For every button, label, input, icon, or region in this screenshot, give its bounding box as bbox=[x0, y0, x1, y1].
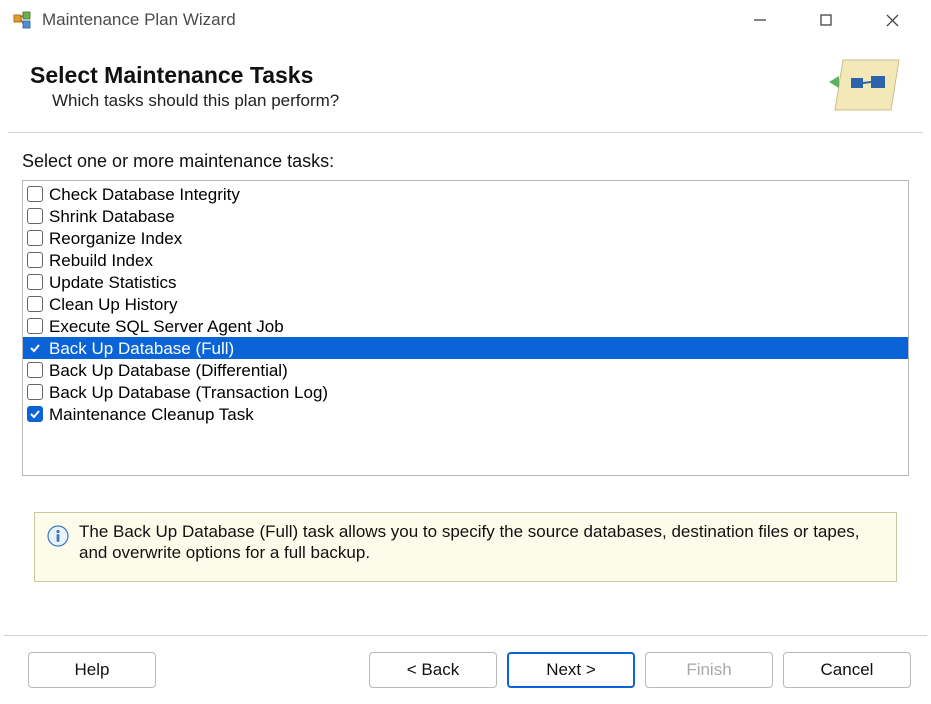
wizard-header-icon bbox=[825, 54, 905, 118]
wizard-content: Select one or more maintenance tasks: Ch… bbox=[0, 133, 931, 621]
task-checkbox[interactable] bbox=[27, 186, 43, 202]
help-button[interactable]: Help bbox=[28, 652, 156, 688]
window-controls bbox=[745, 5, 927, 35]
task-label: Maintenance Cleanup Task bbox=[49, 406, 254, 423]
task-item[interactable]: Check Database Integrity bbox=[23, 183, 908, 205]
task-item[interactable]: Shrink Database bbox=[23, 205, 908, 227]
app-icon bbox=[12, 9, 34, 31]
wizard-footer: Help < Back Next > Finish Cancel bbox=[0, 636, 931, 704]
task-item[interactable]: Update Statistics bbox=[23, 271, 908, 293]
task-checkbox[interactable] bbox=[27, 318, 43, 334]
page-subtitle: Which tasks should this plan perform? bbox=[52, 91, 825, 111]
task-checkbox[interactable] bbox=[27, 296, 43, 312]
task-label: Back Up Database (Full) bbox=[49, 340, 234, 357]
titlebar: Maintenance Plan Wizard bbox=[0, 0, 931, 40]
task-label: Shrink Database bbox=[49, 208, 175, 225]
task-checkbox[interactable] bbox=[27, 230, 43, 246]
task-item[interactable]: Back Up Database (Transaction Log) bbox=[23, 381, 908, 403]
wizard-window: Maintenance Plan Wizard Select Maintenan… bbox=[0, 0, 931, 704]
finish-button: Finish bbox=[645, 652, 773, 688]
task-item[interactable]: Reorganize Index bbox=[23, 227, 908, 249]
task-label: Check Database Integrity bbox=[49, 186, 240, 203]
task-item[interactable]: Execute SQL Server Agent Job bbox=[23, 315, 908, 337]
task-label: Back Up Database (Transaction Log) bbox=[49, 384, 328, 401]
task-checkbox[interactable] bbox=[27, 406, 43, 422]
task-item[interactable]: Back Up Database (Differential) bbox=[23, 359, 908, 381]
task-label: Reorganize Index bbox=[49, 230, 182, 247]
task-checkbox[interactable] bbox=[27, 274, 43, 290]
task-label: Clean Up History bbox=[49, 296, 178, 313]
task-checkbox[interactable] bbox=[27, 362, 43, 378]
page-title: Select Maintenance Tasks bbox=[30, 62, 825, 89]
wizard-header-text: Select Maintenance Tasks Which tasks sho… bbox=[30, 62, 825, 111]
task-checkbox[interactable] bbox=[27, 384, 43, 400]
task-checkbox[interactable] bbox=[27, 208, 43, 224]
task-list[interactable]: Check Database Integrity Shrink Database R… bbox=[22, 180, 909, 476]
next-button[interactable]: Next > bbox=[507, 652, 635, 688]
task-checkbox[interactable] bbox=[27, 340, 43, 356]
task-item[interactable]: Back Up Database (Full) bbox=[23, 337, 908, 359]
info-panel: The Back Up Database (Full) task allows … bbox=[34, 512, 897, 582]
maximize-button[interactable] bbox=[811, 5, 841, 35]
info-text: The Back Up Database (Full) task allows … bbox=[79, 521, 886, 567]
wizard-header: Select Maintenance Tasks Which tasks sho… bbox=[8, 40, 923, 133]
cancel-button[interactable]: Cancel bbox=[783, 652, 911, 688]
close-button[interactable] bbox=[877, 5, 907, 35]
window-title: Maintenance Plan Wizard bbox=[42, 10, 745, 30]
task-list-label: Select one or more maintenance tasks: bbox=[22, 151, 909, 172]
minimize-button[interactable] bbox=[745, 5, 775, 35]
task-item[interactable]: Maintenance Cleanup Task bbox=[23, 403, 908, 425]
back-button[interactable]: < Back bbox=[369, 652, 497, 688]
task-checkbox[interactable] bbox=[27, 252, 43, 268]
task-label: Update Statistics bbox=[49, 274, 177, 291]
task-item[interactable]: Clean Up History bbox=[23, 293, 908, 315]
task-item[interactable]: Rebuild Index bbox=[23, 249, 908, 271]
task-label: Execute SQL Server Agent Job bbox=[49, 318, 284, 335]
info-icon bbox=[45, 523, 71, 549]
task-label: Back Up Database (Differential) bbox=[49, 362, 288, 379]
task-label: Rebuild Index bbox=[49, 252, 153, 269]
